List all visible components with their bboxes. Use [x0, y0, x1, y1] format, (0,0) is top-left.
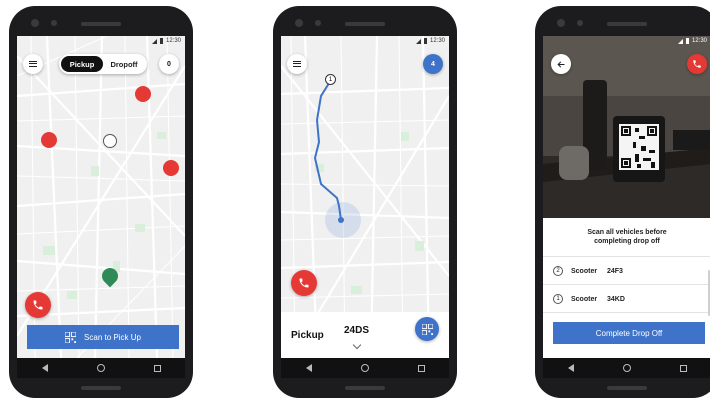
recent-apps-icon[interactable] [679, 364, 687, 372]
earpiece [345, 22, 385, 26]
app-showcase: 12:30 Pickup Dropoff 0 Scan to Pick Up 1… [0, 0, 710, 398]
qr-code-icon [65, 331, 77, 343]
call-support-button[interactable] [687, 54, 707, 74]
complete-drop-off-button[interactable]: Complete Drop Off [553, 322, 705, 344]
arrow-left-icon [556, 61, 564, 67]
current-location-dot [338, 217, 344, 223]
signal-icon [415, 38, 421, 44]
scooter-marker[interactable] [41, 132, 57, 148]
recent-apps-icon[interactable] [153, 364, 161, 372]
signal-icon [151, 38, 157, 44]
phone-icon [299, 278, 309, 288]
screen-pickup-map: 12:30 Pickup Dropoff 0 Scan to Pick Up [17, 36, 185, 378]
front-sensor [51, 20, 57, 26]
earpiece [81, 22, 121, 26]
signal-icon [677, 38, 683, 44]
front-sensor [315, 20, 321, 26]
menu-button[interactable] [23, 54, 43, 74]
android-nav-bar [17, 358, 185, 378]
scooter-marker[interactable] [135, 86, 151, 102]
earpiece [607, 22, 647, 26]
home-icon[interactable] [360, 364, 369, 372]
screen-scan-dropoff: 12:30 Scan all vehicles before completin… [543, 36, 710, 378]
count-value: 0 [167, 60, 171, 68]
vehicle-number: 1 [553, 294, 563, 304]
dropoff-panel: Scan all vehicles before completing drop… [543, 218, 710, 358]
vehicle-code: 24DS [344, 325, 370, 336]
vehicle-type: Scooter [571, 295, 598, 303]
phone-icon [693, 60, 701, 68]
selected-scooter-marker[interactable] [103, 134, 117, 148]
divider [543, 284, 710, 285]
home-icon[interactable] [96, 364, 105, 372]
bottom-speaker [81, 386, 121, 390]
map-streets [281, 36, 449, 358]
phone-frame-route: 12:30 1 4 Pickup 24DS [273, 6, 457, 398]
back-icon[interactable] [567, 364, 574, 372]
phone-frame-scan: 12:30 Scan all vehicles before completin… [535, 6, 710, 398]
menu-button[interactable] [287, 54, 307, 74]
status-bar: 12:30 [17, 36, 185, 46]
hamburger-icon [29, 61, 37, 67]
divider [543, 312, 710, 313]
call-support-button[interactable] [291, 270, 317, 296]
vehicle-type: Scooter [571, 267, 598, 275]
status-time: 12:30 [165, 38, 181, 44]
status-bar: 12:30 [543, 36, 710, 46]
status-time: 12:30 [691, 38, 707, 44]
qr-code-icon [421, 323, 433, 335]
back-icon[interactable] [305, 364, 312, 372]
vehicle-code: 24F3 [607, 267, 623, 275]
count-value: 4 [431, 60, 435, 68]
back-icon[interactable] [41, 364, 48, 372]
home-icon[interactable] [622, 364, 631, 372]
android-nav-bar [543, 358, 710, 378]
call-support-button[interactable] [25, 292, 51, 318]
scan-button-label: Scan to Pick Up [84, 332, 141, 342]
front-camera [31, 19, 39, 27]
recent-apps-icon[interactable] [417, 364, 425, 372]
count-button[interactable]: 4 [423, 54, 443, 74]
status-bar: 12:30 [281, 36, 449, 46]
route-stop-marker[interactable]: 1 [325, 74, 336, 85]
battery-icon [685, 38, 689, 44]
phone-frame-pickup-map: 12:30 Pickup Dropoff 0 Scan to Pick Up [9, 6, 193, 398]
bottom-speaker [607, 386, 647, 390]
chevron-down-icon[interactable] [352, 340, 362, 350]
scan-instruction: Scan all vehicles before completing drop… [587, 229, 667, 245]
front-camera [295, 19, 303, 27]
front-camera [557, 19, 565, 27]
status-time: 12:30 [429, 38, 445, 44]
vehicle-bottom-sheet[interactable]: Pickup 24DS [281, 312, 449, 358]
map-view[interactable]: 1 [281, 36, 449, 358]
vehicle-number: 2 [553, 266, 563, 276]
divider [543, 256, 710, 257]
screen-route: 12:30 1 4 Pickup 24DS [281, 36, 449, 378]
bottom-speaker [345, 386, 385, 390]
sheet-mode-label: Pickup [291, 329, 324, 341]
battery-icon [159, 38, 163, 44]
phone-icon [33, 300, 43, 310]
toggle-pickup[interactable]: Pickup [61, 56, 103, 72]
pickup-dropoff-toggle[interactable]: Pickup Dropoff [59, 54, 147, 74]
scan-to-pick-up-button[interactable]: Scan to Pick Up [27, 325, 179, 349]
battery-icon [423, 38, 427, 44]
front-sensor [577, 20, 583, 26]
vehicle-row[interactable]: 2 Scooter 24F3 [553, 264, 705, 278]
hamburger-icon [293, 61, 301, 67]
android-nav-bar [281, 358, 449, 378]
vehicle-row[interactable]: 1 Scooter 34KD [553, 292, 705, 306]
back-button[interactable] [551, 54, 571, 74]
toggle-dropoff[interactable]: Dropoff [103, 56, 145, 72]
scooter-marker[interactable] [163, 160, 179, 176]
vehicle-code: 34KD [607, 295, 625, 303]
scan-qr-button[interactable] [415, 317, 439, 341]
count-button[interactable]: 0 [159, 54, 179, 74]
